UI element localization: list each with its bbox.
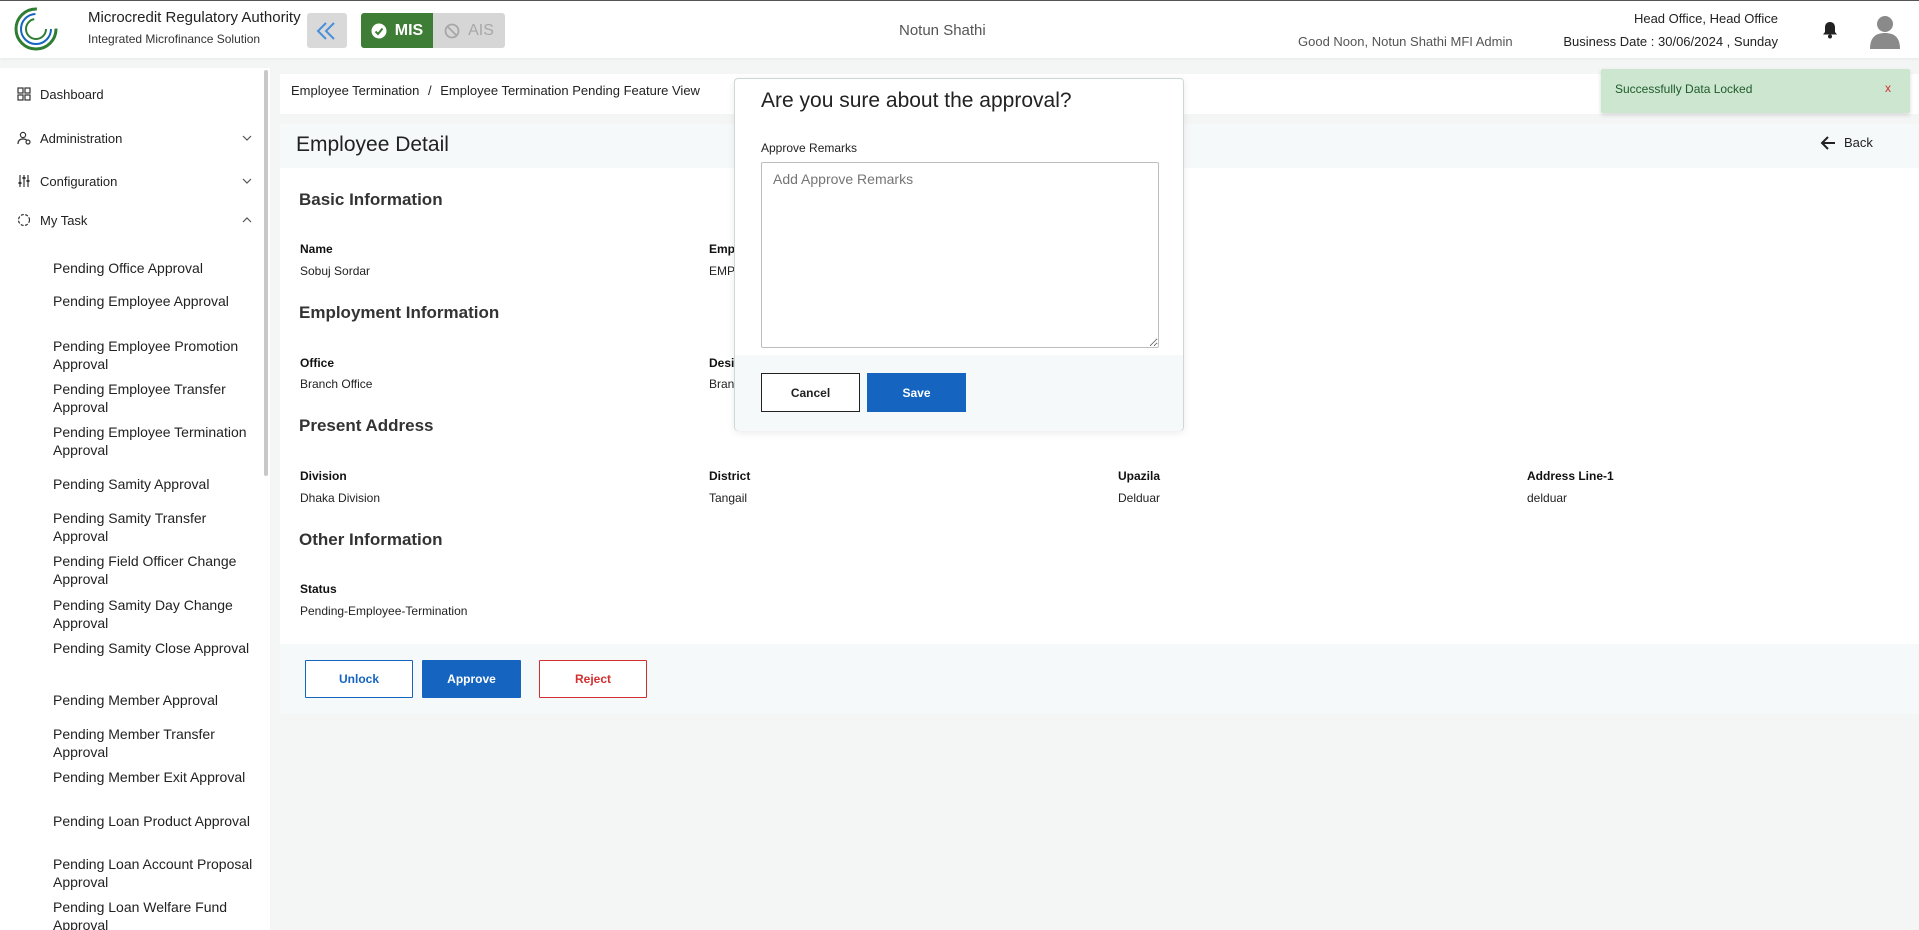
page-title: Employee Detail — [296, 133, 449, 156]
chevron-down-icon — [242, 178, 252, 184]
business-date: Business Date : 30/06/2024 , Sunday — [1563, 34, 1778, 49]
dialog-footer: Cancel Save — [735, 355, 1183, 431]
employee-id-label: Emp — [709, 242, 736, 256]
success-toast: Successfully Data Locked x — [1601, 69, 1910, 113]
status-label: Status — [300, 582, 337, 596]
org-subtitle: Integrated Microfinance Solution — [88, 32, 261, 46]
name-value: Sobuj Sordar — [300, 264, 371, 278]
sidebar-subitem-pending-member-exit-approval[interactable]: Pending Member Exit Approval — [53, 768, 253, 786]
my-task-icon — [17, 213, 31, 227]
designation-label: Desi — [709, 356, 735, 370]
user-avatar-icon[interactable] — [1868, 13, 1902, 49]
breadcrumb-current: Employee Termination Pending Feature Vie… — [440, 83, 700, 98]
configuration-icon — [18, 175, 30, 187]
approval-confirm-dialog: Are you sure about the approval? Approve… — [734, 78, 1184, 431]
toast-close-button[interactable]: x — [1885, 81, 1891, 95]
ais-module-button[interactable]: AIS — [433, 13, 505, 48]
breadcrumb-parent[interactable]: Employee Termination — [291, 83, 419, 98]
name-label: Name — [300, 242, 333, 256]
address-line-1-label: Address Line-1 — [1527, 469, 1614, 483]
double-chevron-left-icon — [316, 21, 335, 40]
notification-bell-icon[interactable] — [1820, 20, 1840, 40]
office-label: Office — [300, 356, 335, 370]
approve-remarks-label: Approve Remarks — [761, 141, 858, 155]
administration-icon — [17, 131, 31, 145]
sidebar-subitem-pending-samity-approval[interactable]: Pending Samity Approval — [53, 475, 253, 493]
status-value: Pending-Employee-Termination — [300, 604, 468, 618]
sidebar-item-dashboard[interactable]: Dashboard — [0, 79, 262, 109]
sidebar-subitem-pending-employee-promotion-approval[interactable]: Pending Employee Promotion Approval — [53, 337, 253, 373]
approve-remarks-input[interactable] — [761, 162, 1159, 348]
designation-value: Bran — [709, 377, 735, 391]
sidebar-subitem-pending-samity-transfer-approval[interactable]: Pending Samity Transfer Approval — [53, 509, 253, 545]
sidebar-subitem-pending-member-transfer-approval[interactable]: Pending Member Transfer Approval — [53, 725, 253, 761]
sidebar-item-label: Configuration — [40, 173, 118, 189]
approve-button[interactable]: Approve — [422, 660, 521, 698]
user-greeting: Good Noon, Notun Shathi MFI Admin — [1298, 34, 1513, 49]
action-bar: Unlock Approve Reject — [280, 644, 1919, 714]
save-button[interactable]: Save — [867, 373, 966, 412]
toast-message: Successfully Data Locked — [1615, 82, 1753, 96]
office-value: Branch Office — [300, 377, 373, 391]
sidebar-subitem-pending-employee-termination-approval[interactable]: Pending Employee Termination Approval — [53, 423, 253, 459]
upazila-value: Delduar — [1118, 491, 1161, 505]
sidebar-subitem-pending-loan-account-proposal-approval[interactable]: Pending Loan Account Proposal Approval — [53, 855, 253, 891]
breadcrumb-separator: / — [428, 83, 432, 98]
sidebar-subitem-pending-employee-transfer-approval[interactable]: Pending Employee Transfer Approval — [53, 380, 253, 416]
sidebar-item-label: Administration — [40, 130, 123, 146]
dialog-title: Are you sure about the approval? — [761, 89, 1072, 112]
mis-module-button[interactable]: MIS — [361, 13, 433, 48]
sidebar-scrollbar[interactable] — [264, 70, 268, 476]
section-basic-information: Basic Information — [299, 190, 443, 209]
sidebar-subitem-pending-member-approval[interactable]: Pending Member Approval — [53, 691, 253, 709]
sidebar-subitem-pending-office-approval[interactable]: Pending Office Approval — [53, 259, 253, 277]
section-other-information: Other Information — [299, 530, 443, 549]
division-value: Dhaka Division — [300, 491, 381, 505]
mfi-name: Notun Shathi — [899, 22, 986, 39]
section-employment-information: Employment Information — [299, 303, 500, 322]
sidebar-item-label: Dashboard — [40, 86, 104, 102]
back-button[interactable]: Back — [1820, 135, 1873, 150]
current-office: Head Office, Head Office — [1633, 11, 1778, 26]
sidebar-subitem-pending-samity-close-approval[interactable]: Pending Samity Close Approval — [53, 639, 253, 657]
employee-id-value: EMP — [709, 264, 736, 278]
sidebar-item-configuration[interactable]: Configuration — [0, 166, 262, 196]
app-header: Microcredit Regulatory Authority Integra… — [0, 0, 1919, 58]
upazila-label: Upazila — [1118, 469, 1161, 483]
mra-logo — [14, 7, 58, 51]
back-label: Back — [1844, 135, 1873, 150]
sidebar: Dashboard Administration Configuration M… — [0, 68, 270, 930]
sidebar-subitem-pending-loan-product-approval[interactable]: Pending Loan Product Approval — [53, 812, 253, 830]
sidebar-subitem-pending-samity-day-change-approval[interactable]: Pending Samity Day Change Approval — [53, 596, 253, 632]
chevron-down-icon — [242, 135, 252, 141]
arrow-left-icon — [1820, 135, 1835, 150]
district-label: District — [709, 469, 751, 483]
sidebar-collapse-button[interactable] — [307, 13, 347, 48]
district-value: Tangail — [709, 491, 748, 505]
ais-label: AIS — [468, 21, 494, 39]
cancel-button[interactable]: Cancel — [761, 373, 860, 412]
section-present-address: Present Address — [299, 416, 434, 435]
mis-label: MIS — [394, 21, 424, 39]
chevron-up-icon — [242, 217, 252, 223]
dashboard-icon — [17, 87, 31, 101]
sidebar-subitem-pending-field-officer-change-approval[interactable]: Pending Field Officer Change Approval — [53, 552, 253, 588]
org-name: Microcredit Regulatory Authority — [88, 9, 301, 26]
sidebar-subitem-pending-employee-approval[interactable]: Pending Employee Approval — [53, 292, 253, 310]
sidebar-item-label: My Task — [40, 212, 88, 228]
blocked-icon — [444, 23, 460, 38]
unlock-button[interactable]: Unlock — [305, 660, 413, 698]
address-line-1-value: delduar — [1527, 491, 1568, 505]
check-circle-icon — [371, 23, 387, 38]
sidebar-item-administration[interactable]: Administration — [0, 123, 262, 153]
sidebar-subitem-pending-loan-welfare-fund-approval[interactable]: Pending Loan Welfare Fund Approval — [53, 898, 253, 930]
breadcrumb: Employee Termination / Employee Terminat… — [291, 83, 700, 98]
sidebar-item-my-task[interactable]: My Task — [0, 205, 262, 235]
division-label: Division — [300, 469, 347, 483]
reject-button[interactable]: Reject — [539, 660, 647, 698]
